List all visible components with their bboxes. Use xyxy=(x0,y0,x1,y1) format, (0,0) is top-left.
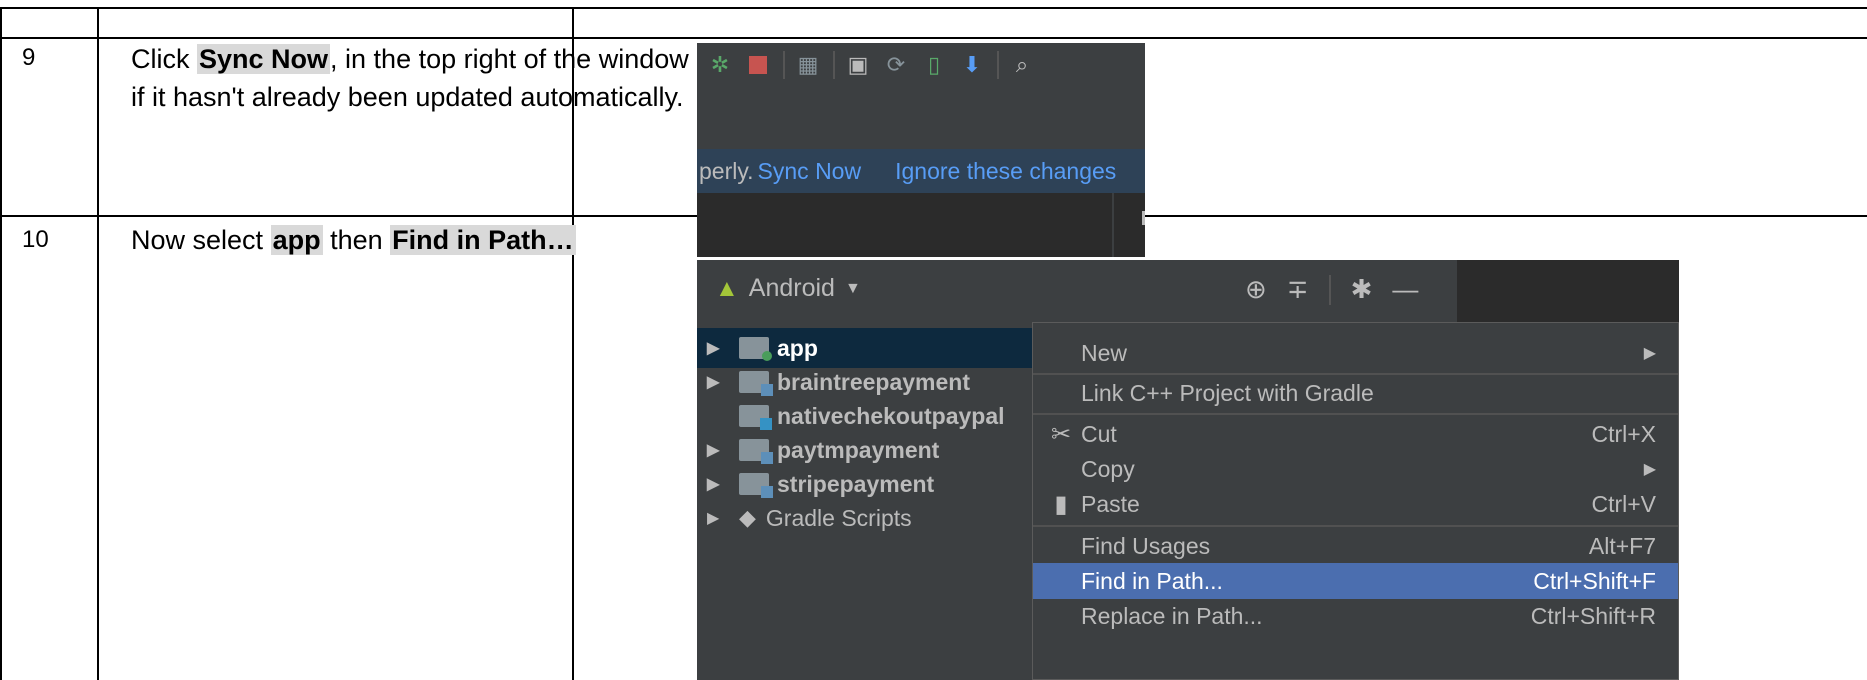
ignore-changes-link[interactable]: Ignore these changes xyxy=(895,158,1116,185)
menu-item-copy[interactable]: Copy ▶ xyxy=(1033,451,1678,487)
table-row-divider-2 xyxy=(0,215,697,217)
step-9-text-before: Click xyxy=(131,44,197,74)
document-page: 9 Click Sync Now, in the top right of th… xyxy=(0,0,1867,680)
tree-item-gradle-scripts[interactable]: ▶ ◆ Gradle Scripts xyxy=(697,498,1032,538)
expand-arrow-icon[interactable]: ▶ xyxy=(707,474,727,494)
debug-icon[interactable]: ✲ xyxy=(705,50,735,80)
step-9-instruction: Click Sync Now, in the top right of the … xyxy=(131,40,691,116)
banner-message: perly. xyxy=(699,157,754,184)
library-folder-icon xyxy=(739,473,773,498)
ide-toolbar: ✲ ▦ ▣ ⟳ ▯ ⬇ ⌕ xyxy=(697,43,1145,87)
toolbar-separator xyxy=(1328,274,1331,305)
terminal-icon[interactable]: ▣ xyxy=(843,50,873,80)
menu-item-link-cpp[interactable]: Link C++ Project with Gradle xyxy=(1033,375,1678,411)
menu-item-find-in-path[interactable]: Find in Path... Ctrl+Shift+F xyxy=(1033,563,1678,599)
project-panel-tools: ⊕ ∓ ✱ — xyxy=(1245,274,1438,305)
editor-area xyxy=(697,193,1145,257)
menu-item-find-usages[interactable]: Find Usages Alt+F7 xyxy=(1033,528,1678,564)
collapse-all-icon[interactable]: ∓ xyxy=(1287,274,1309,305)
ide-sync-screenshot: ✲ ▦ ▣ ⟳ ▯ ⬇ ⌕ perly. Sync Now Ignore the… xyxy=(697,43,1145,257)
tree-item-label: app xyxy=(777,334,818,361)
project-panel-header: ▲ Android ▼ ⊕ ∓ ✱ — xyxy=(697,260,1457,322)
locate-icon[interactable]: ⊕ xyxy=(1245,274,1267,305)
project-structure-icon[interactable]: ▦ xyxy=(793,50,823,80)
tree-item-label: paytmpayment xyxy=(777,436,940,463)
tree-item-label: Gradle Scripts xyxy=(765,504,912,531)
clipboard-icon: ▮ xyxy=(1054,490,1068,518)
gradle-sync-banner: perly. Sync Now Ignore these changes xyxy=(697,149,1145,193)
step-9-highlight: Sync Now xyxy=(197,44,331,74)
table-border-top xyxy=(0,7,1867,9)
step-10-instruction: Now select app then Find in Path… xyxy=(131,221,691,259)
device-manager-icon[interactable]: ▯ xyxy=(919,50,949,80)
module-folder-icon xyxy=(739,405,772,430)
sdk-manager-icon[interactable]: ⬇ xyxy=(957,50,987,80)
context-menu: New ▶ Link C++ Project with Gradle ✂ Cut… xyxy=(1032,322,1679,680)
project-view-selector[interactable]: ▲ Android ▼ xyxy=(715,274,861,303)
menu-item-paste[interactable]: ▮ Paste Ctrl+V xyxy=(1033,486,1678,522)
gradle-elephant-icon: ◆ xyxy=(739,505,756,530)
submenu-arrow-icon: ▶ xyxy=(1643,345,1656,362)
menu-separator xyxy=(1033,413,1678,415)
toolbar-separator xyxy=(783,51,785,79)
gear-icon[interactable]: ✱ xyxy=(1351,274,1373,305)
project-view-label: Android xyxy=(748,274,835,302)
step-10-text-before: Now select xyxy=(131,225,271,255)
editor-tab-area xyxy=(1457,260,1679,322)
table-column-divider-1 xyxy=(97,8,99,680)
sync-now-link[interactable]: Sync Now xyxy=(758,158,862,185)
ide-toolbar-area xyxy=(697,87,1145,149)
table-row-divider-2b xyxy=(1145,215,1867,217)
expand-arrow-icon[interactable]: ▶ xyxy=(707,372,727,392)
scissors-icon: ✂ xyxy=(1050,420,1072,448)
tree-item-label: braintreepayment xyxy=(777,368,971,395)
ide-project-screenshot: ▲ Android ▼ ⊕ ∓ ✱ — ▶ app ▶ braintreepay… xyxy=(697,260,1679,680)
step-10-highlight-app: app xyxy=(270,225,323,255)
editor-gutter-divider xyxy=(1112,193,1114,257)
tree-item-label: stripepayment xyxy=(777,470,935,497)
gradle-sync-icon[interactable]: ⟳ xyxy=(881,50,911,80)
tree-item-label: nativechekoutpaypal xyxy=(777,402,1005,429)
table-border-left xyxy=(0,8,2,680)
step-10-highlight-find: Find in Path… xyxy=(390,225,576,255)
step-number-9: 9 xyxy=(22,44,36,71)
submenu-arrow-icon: ▶ xyxy=(1643,461,1656,478)
expand-arrow-icon[interactable]: ▶ xyxy=(707,508,727,528)
toolbar-separator xyxy=(997,51,999,79)
step-10-text-middle: then xyxy=(322,225,391,255)
search-icon[interactable]: ⌕ xyxy=(1007,50,1037,80)
toolbar-separator xyxy=(833,51,835,79)
chevron-down-icon: ▼ xyxy=(844,279,861,297)
step-number-10: 10 xyxy=(22,226,49,253)
expand-arrow-icon[interactable]: ▶ xyxy=(707,440,727,460)
android-icon: ▲ xyxy=(715,274,739,302)
library-folder-icon xyxy=(739,439,773,464)
module-folder-icon xyxy=(739,337,772,361)
menu-item-new[interactable]: New ▶ xyxy=(1033,335,1678,371)
stop-icon[interactable] xyxy=(743,50,773,80)
hide-panel-icon[interactable]: — xyxy=(1392,274,1418,305)
project-tree: ▶ app ▶ braintreepayment ▶ nativechekout… xyxy=(697,322,1032,680)
editor-caret xyxy=(1142,211,1145,225)
menu-separator xyxy=(1033,525,1678,527)
menu-item-cut[interactable]: ✂ Cut Ctrl+X xyxy=(1033,416,1678,452)
table-row-divider-1 xyxy=(0,37,1867,39)
expand-arrow-icon[interactable]: ▶ xyxy=(707,338,727,358)
library-folder-icon xyxy=(739,371,773,396)
menu-item-replace-in-path[interactable]: Replace in Path... Ctrl+Shift+R xyxy=(1033,598,1678,634)
